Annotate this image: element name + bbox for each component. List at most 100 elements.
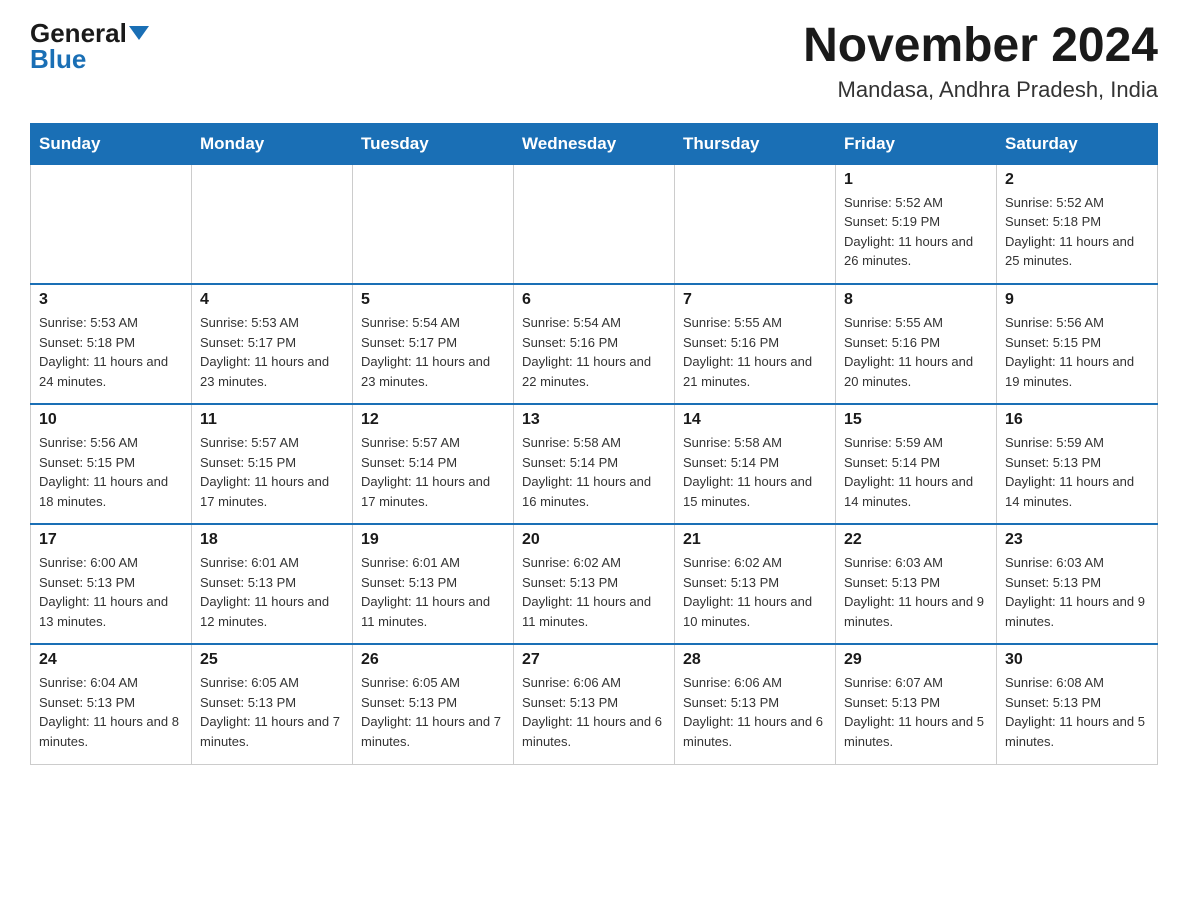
day-number: 18	[200, 531, 344, 549]
day-of-week-header: Friday	[836, 123, 997, 164]
day-sun-info: Sunrise: 6:03 AMSunset: 5:13 PMDaylight:…	[844, 553, 988, 631]
calendar-day-cell: 1 Sunrise: 5:52 AMSunset: 5:19 PMDaylight…	[836, 164, 997, 284]
calendar-day-cell: 3 Sunrise: 5:53 AMSunset: 5:18 PMDaylight…	[31, 284, 192, 404]
day-sun-info: Sunrise: 5:59 AMSunset: 5:14 PMDaylight:…	[844, 433, 988, 511]
calendar-day-cell: 18 Sunrise: 6:01 AMSunset: 5:13 PMDayligh…	[192, 524, 353, 644]
calendar-day-cell: 29Sunrise: 6:07 AMSunset: 5:13 PMDayligh…	[836, 644, 997, 764]
logo: General Blue	[30, 20, 149, 72]
day-number: 5	[361, 291, 505, 309]
day-number: 22	[844, 531, 988, 549]
day-sun-info: Sunrise: 6:05 AMSunset: 5:13 PMDaylight:…	[361, 673, 505, 751]
day-number: 25	[200, 651, 344, 669]
day-number: 2	[1005, 171, 1149, 189]
day-sun-info: Sunrise: 5:57 AMSunset: 5:15 PMDaylight:…	[200, 433, 344, 511]
calendar-day-cell: 23Sunrise: 6:03 AMSunset: 5:13 PMDayligh…	[997, 524, 1158, 644]
day-of-week-header: Saturday	[997, 123, 1158, 164]
day-sun-info: Sunrise: 5:55 AMSunset: 5:16 PMDaylight:…	[683, 313, 827, 391]
day-sun-info: Sunrise: 5:54 AMSunset: 5:17 PMDaylight:…	[361, 313, 505, 391]
day-sun-info: Sunrise: 6:04 AMSunset: 5:13 PMDaylight:…	[39, 673, 183, 751]
day-sun-info: Sunrise: 6:01 AMSunset: 5:13 PMDaylight:…	[200, 553, 344, 631]
calendar-week-row: 17 Sunrise: 6:00 AMSunset: 5:13 PMDayligh…	[31, 524, 1158, 644]
calendar-day-cell: 24 Sunrise: 6:04 AMSunset: 5:13 PMDayligh…	[31, 644, 192, 764]
day-number: 11	[200, 411, 344, 429]
calendar-day-cell: 9 Sunrise: 5:56 AMSunset: 5:15 PMDaylight…	[997, 284, 1158, 404]
day-of-week-header: Thursday	[675, 123, 836, 164]
page-header: General Blue November 2024 Mandasa, Andh…	[30, 20, 1158, 103]
day-number: 24	[39, 651, 183, 669]
calendar-day-cell: 2 Sunrise: 5:52 AMSunset: 5:18 PMDaylight…	[997, 164, 1158, 284]
calendar-day-cell: 26 Sunrise: 6:05 AMSunset: 5:13 PMDayligh…	[353, 644, 514, 764]
day-number: 20	[522, 531, 666, 549]
day-number: 1	[844, 171, 988, 189]
day-sun-info: Sunrise: 5:53 AMSunset: 5:17 PMDaylight:…	[200, 313, 344, 391]
day-sun-info: Sunrise: 6:02 AMSunset: 5:13 PMDaylight:…	[683, 553, 827, 631]
day-number: 8	[844, 291, 988, 309]
logo-blue-text: Blue	[30, 46, 86, 72]
calendar-day-cell: 8Sunrise: 5:55 AMSunset: 5:16 PMDaylight…	[836, 284, 997, 404]
day-sun-info: Sunrise: 5:58 AMSunset: 5:14 PMDaylight:…	[683, 433, 827, 511]
calendar-day-cell: 28 Sunrise: 6:06 AMSunset: 5:13 PMDayligh…	[675, 644, 836, 764]
day-sun-info: Sunrise: 5:57 AMSunset: 5:14 PMDaylight:…	[361, 433, 505, 511]
day-sun-info: Sunrise: 6:01 AMSunset: 5:13 PMDaylight:…	[361, 553, 505, 631]
day-sun-info: Sunrise: 6:06 AMSunset: 5:13 PMDaylight:…	[683, 673, 827, 751]
day-number: 14	[683, 411, 827, 429]
day-sun-info: Sunrise: 6:05 AMSunset: 5:13 PMDaylight:…	[200, 673, 344, 751]
day-sun-info: Sunrise: 5:56 AMSunset: 5:15 PMDaylight:…	[39, 433, 183, 511]
title-block: November 2024 Mandasa, Andhra Pradesh, I…	[803, 20, 1158, 103]
calendar-day-cell: 13Sunrise: 5:58 AMSunset: 5:14 PMDayligh…	[514, 404, 675, 524]
day-of-week-header: Wednesday	[514, 123, 675, 164]
day-number: 29	[844, 651, 988, 669]
day-number: 7	[683, 291, 827, 309]
calendar-day-cell: 12 Sunrise: 5:57 AMSunset: 5:14 PMDayligh…	[353, 404, 514, 524]
calendar-table: SundayMondayTuesdayWednesdayThursdayFrid…	[30, 123, 1158, 765]
day-number: 3	[39, 291, 183, 309]
day-number: 9	[1005, 291, 1149, 309]
day-number: 17	[39, 531, 183, 549]
day-sun-info: Sunrise: 6:02 AMSunset: 5:13 PMDaylight:…	[522, 553, 666, 631]
logo-triangle-icon	[129, 26, 149, 40]
day-number: 26	[361, 651, 505, 669]
day-sun-info: Sunrise: 5:52 AMSunset: 5:18 PMDaylight:…	[1005, 193, 1149, 271]
day-sun-info: Sunrise: 5:54 AMSunset: 5:16 PMDaylight:…	[522, 313, 666, 391]
calendar-day-cell: 27 Sunrise: 6:06 AMSunset: 5:13 PMDayligh…	[514, 644, 675, 764]
day-sun-info: Sunrise: 5:52 AMSunset: 5:19 PMDaylight:…	[844, 193, 988, 271]
calendar-day-cell: 20 Sunrise: 6:02 AMSunset: 5:13 PMDayligh…	[514, 524, 675, 644]
calendar-day-cell: 11 Sunrise: 5:57 AMSunset: 5:15 PMDayligh…	[192, 404, 353, 524]
calendar-day-cell	[192, 164, 353, 284]
day-sun-info: Sunrise: 5:59 AMSunset: 5:13 PMDaylight:…	[1005, 433, 1149, 511]
calendar-day-cell	[514, 164, 675, 284]
calendar-day-cell: 30 Sunrise: 6:08 AMSunset: 5:13 PMDayligh…	[997, 644, 1158, 764]
day-number: 30	[1005, 651, 1149, 669]
day-number: 12	[361, 411, 505, 429]
day-number: 15	[844, 411, 988, 429]
day-number: 6	[522, 291, 666, 309]
calendar-day-cell: 16 Sunrise: 5:59 AMSunset: 5:13 PMDayligh…	[997, 404, 1158, 524]
day-number: 16	[1005, 411, 1149, 429]
day-number: 28	[683, 651, 827, 669]
calendar-day-cell	[675, 164, 836, 284]
day-sun-info: Sunrise: 6:06 AMSunset: 5:13 PMDaylight:…	[522, 673, 666, 751]
calendar-week-row: 24 Sunrise: 6:04 AMSunset: 5:13 PMDayligh…	[31, 644, 1158, 764]
calendar-day-cell: 10Sunrise: 5:56 AMSunset: 5:15 PMDayligh…	[31, 404, 192, 524]
day-sun-info: Sunrise: 5:53 AMSunset: 5:18 PMDaylight:…	[39, 313, 183, 391]
calendar-week-row: 3 Sunrise: 5:53 AMSunset: 5:18 PMDaylight…	[31, 284, 1158, 404]
calendar-day-cell: 14 Sunrise: 5:58 AMSunset: 5:14 PMDayligh…	[675, 404, 836, 524]
calendar-day-cell: 21Sunrise: 6:02 AMSunset: 5:13 PMDayligh…	[675, 524, 836, 644]
calendar-day-cell: 4Sunrise: 5:53 AMSunset: 5:17 PMDaylight…	[192, 284, 353, 404]
logo-general-text: General	[30, 20, 127, 46]
day-sun-info: Sunrise: 6:00 AMSunset: 5:13 PMDaylight:…	[39, 553, 183, 631]
calendar-day-cell: 5 Sunrise: 5:54 AMSunset: 5:17 PMDaylight…	[353, 284, 514, 404]
calendar-day-cell: 15 Sunrise: 5:59 AMSunset: 5:14 PMDayligh…	[836, 404, 997, 524]
calendar-day-cell: 7 Sunrise: 5:55 AMSunset: 5:16 PMDaylight…	[675, 284, 836, 404]
calendar-day-cell: 17 Sunrise: 6:00 AMSunset: 5:13 PMDayligh…	[31, 524, 192, 644]
location-subtitle: Mandasa, Andhra Pradesh, India	[803, 77, 1158, 103]
day-number: 27	[522, 651, 666, 669]
calendar-week-row: 1 Sunrise: 5:52 AMSunset: 5:19 PMDaylight…	[31, 164, 1158, 284]
day-sun-info: Sunrise: 5:56 AMSunset: 5:15 PMDaylight:…	[1005, 313, 1149, 391]
calendar-day-cell: 19Sunrise: 6:01 AMSunset: 5:13 PMDayligh…	[353, 524, 514, 644]
day-sun-info: Sunrise: 6:08 AMSunset: 5:13 PMDaylight:…	[1005, 673, 1149, 751]
calendar-week-row: 10Sunrise: 5:56 AMSunset: 5:15 PMDayligh…	[31, 404, 1158, 524]
calendar-day-cell: 6 Sunrise: 5:54 AMSunset: 5:16 PMDaylight…	[514, 284, 675, 404]
calendar-day-cell	[353, 164, 514, 284]
day-number: 23	[1005, 531, 1149, 549]
